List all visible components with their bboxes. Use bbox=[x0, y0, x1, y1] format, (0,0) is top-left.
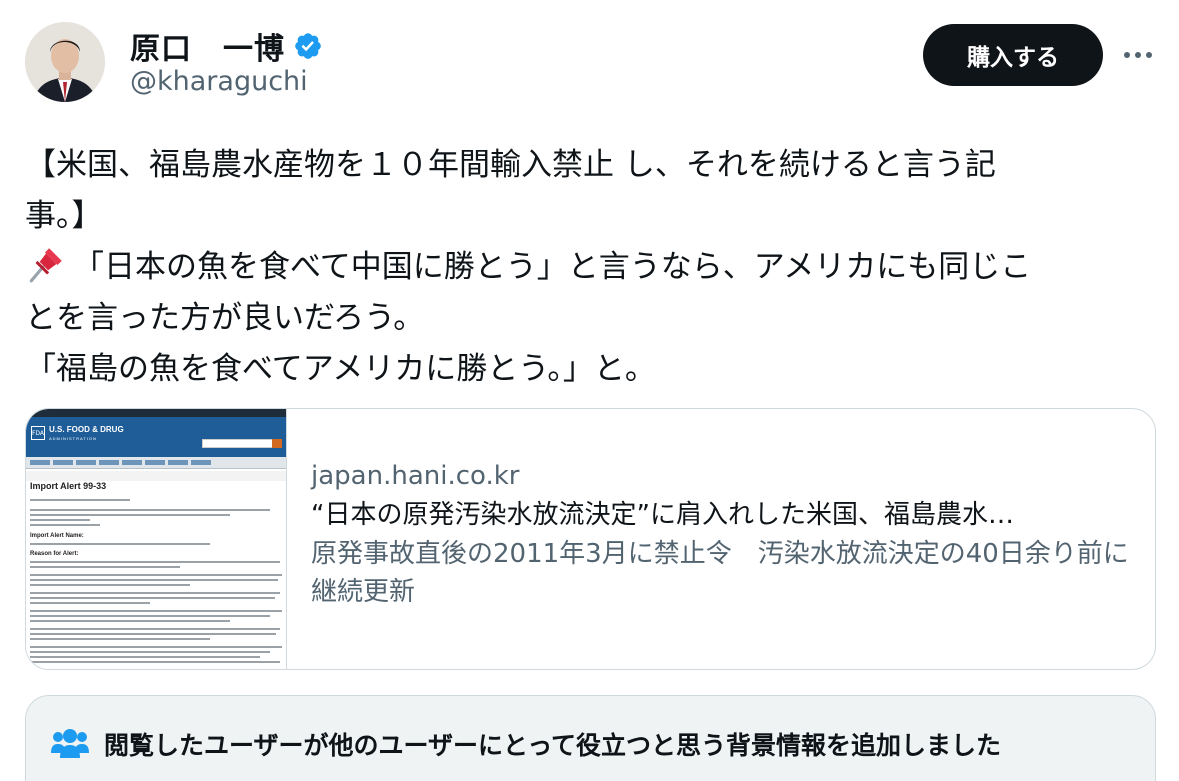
author-name-row[interactable]: 原口 一博 bbox=[130, 24, 323, 68]
card-description: 原発事故直後の2011年3月に禁止令 汚染水放流決定の40日余り前に継続更新 bbox=[311, 539, 1129, 607]
fda-header: FDA U.S. FOOD & DRUG ADMINISTRATION bbox=[26, 417, 286, 457]
fda-topbar bbox=[26, 409, 286, 417]
tweet-text: 【米国、福島農水産物を１０年間輸入禁止 し、それを続けると言う記 事。】 「日本… bbox=[25, 140, 1155, 395]
subscribe-button[interactable]: 購入する bbox=[923, 24, 1103, 86]
fda-text-line bbox=[30, 633, 276, 635]
author-handle[interactable]: @kharaguchi bbox=[130, 66, 308, 97]
fda-text-line bbox=[30, 602, 150, 604]
fda-section-reason: Reason for Alert: bbox=[30, 551, 79, 557]
fda-text-line bbox=[30, 579, 278, 581]
card-thumbnail[interactable]: FDA U.S. FOOD & DRUG ADMINISTRATION Impo… bbox=[26, 409, 287, 669]
fda-search-box bbox=[202, 439, 282, 448]
fda-section-name: Import Alert Name: bbox=[30, 533, 84, 539]
fda-text-line bbox=[30, 592, 280, 594]
more-dot bbox=[1135, 52, 1141, 58]
fda-text-line bbox=[30, 509, 270, 511]
fda-text-line bbox=[30, 514, 230, 516]
fda-text-line bbox=[30, 610, 282, 612]
fda-text-line bbox=[30, 638, 210, 640]
tweet-line: 「日本の魚を食べて中国に勝とう」と言うなら、アメリカにも同じこ bbox=[73, 249, 1032, 285]
card-body[interactable]: japan.hani.co.kr “日本の原発汚染水放流決定”に肩入れした米国、… bbox=[287, 409, 1155, 669]
pushpin-icon bbox=[29, 248, 62, 283]
tweet-line: 「福島の魚を食べてアメリカに勝とう。」と。 bbox=[25, 351, 656, 387]
fda-text-line bbox=[30, 620, 230, 622]
author-display-name[interactable]: 原口 一博 bbox=[130, 24, 285, 68]
avatar[interactable] bbox=[25, 22, 105, 102]
fda-breadcrumb bbox=[26, 471, 286, 481]
more-icon[interactable] bbox=[1118, 40, 1158, 70]
fda-agency: U.S. FOOD & DRUG bbox=[49, 425, 124, 434]
fda-text-line bbox=[30, 566, 180, 568]
tweet-line-with-pin: 「日本の魚を食べて中国に勝とう」と言うなら、アメリカにも同じこ bbox=[25, 242, 1155, 293]
fda-text-line bbox=[30, 661, 280, 663]
tweet-line: 【米国、福島農水産物を１０年間輸入禁止 し、それを続けると言う記 bbox=[25, 147, 996, 183]
fda-text-line bbox=[30, 561, 280, 563]
tweet-line: 事。】 bbox=[25, 198, 103, 234]
fda-text-line bbox=[30, 543, 210, 545]
fda-text-line bbox=[30, 656, 260, 658]
fda-text-line bbox=[30, 628, 280, 630]
more-dot bbox=[1146, 52, 1152, 58]
fda-text-line bbox=[30, 597, 275, 599]
fda-text-line bbox=[30, 574, 282, 576]
fda-text-line bbox=[30, 524, 100, 526]
community-note-header[interactable]: 閲覧したユーザーが他のユーザーにとって役立つと思う背景情報を追加しました bbox=[50, 726, 1001, 762]
link-card[interactable]: FDA U.S. FOOD & DRUG ADMINISTRATION Impo… bbox=[25, 408, 1156, 670]
community-note[interactable]: 閲覧したユーザーが他のユーザーにとって役立つと思う背景情報を追加しました bbox=[25, 695, 1156, 781]
verified-badge-icon[interactable] bbox=[293, 31, 323, 61]
fda-text-line bbox=[30, 584, 190, 586]
fda-agency-sub: ADMINISTRATION bbox=[49, 436, 97, 441]
people-icon bbox=[51, 729, 89, 758]
community-note-text: 閲覧したユーザーが他のユーザーにとって役立つと思う背景情報を追加しました bbox=[104, 731, 1002, 760]
card-title: “日本の原発汚染水放流決定”に肩入れした米国、福島農水… bbox=[311, 500, 1014, 530]
fda-heading: Import Alert 99-33 bbox=[30, 481, 107, 491]
fda-logo: FDA bbox=[31, 426, 45, 440]
fda-text-line bbox=[30, 651, 270, 653]
fda-nav bbox=[26, 457, 286, 469]
fda-text-line bbox=[30, 519, 90, 521]
fda-text-line bbox=[30, 646, 282, 648]
more-dot bbox=[1124, 52, 1130, 58]
fda-text-line bbox=[30, 499, 130, 501]
tweet-line: とを言った方が良いだろう。 bbox=[25, 300, 425, 336]
avatar-image bbox=[25, 22, 105, 102]
fda-agency-name: U.S. FOOD & DRUG ADMINISTRATION bbox=[49, 425, 124, 443]
card-domain: japan.hani.co.kr bbox=[311, 461, 520, 491]
fda-text-line bbox=[30, 615, 270, 617]
